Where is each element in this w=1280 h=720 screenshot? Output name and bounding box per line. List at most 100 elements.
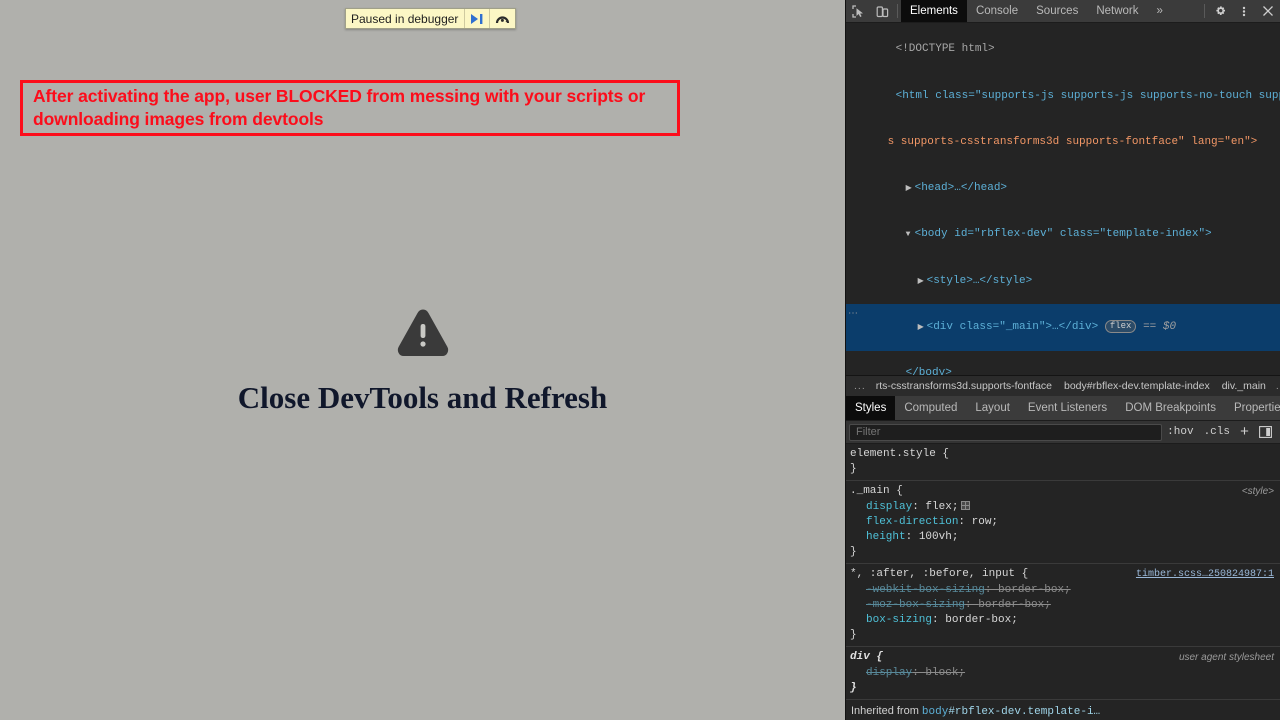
rule-main-origin[interactable]: <style> xyxy=(1242,484,1274,499)
sep7: : xyxy=(912,666,926,679)
tab-elements[interactable]: Elements xyxy=(901,0,967,22)
cls-button[interactable]: .cls xyxy=(1199,426,1235,438)
rule-box-sizing-origin-link[interactable]: timber.scss…250824987:1 xyxy=(1136,567,1274,582)
doctype-text: <!DOCTYPE html> xyxy=(895,43,995,56)
tab-styles[interactable]: Styles xyxy=(846,396,896,420)
declaration-div-display-value[interactable]: block; xyxy=(925,667,965,679)
dom-node-style[interactable]: ▶ <style>…</style> xyxy=(846,258,1280,304)
rule-div-ua[interactable]: user agent stylesheet div { display: blo… xyxy=(846,647,1280,701)
rule-element-style[interactable]: element.style { } xyxy=(846,444,1280,482)
breadcrumb[interactable]: ... rts-csstransforms3d.supports-fontfac… xyxy=(846,375,1280,396)
dom-node-doctype[interactable]: <!DOCTYPE html> xyxy=(846,27,1280,73)
gear-icon[interactable] xyxy=(1208,0,1232,22)
declaration-box-sizing-prop[interactable]: box-sizing xyxy=(850,613,932,628)
inherited-id-class[interactable]: #rbflex-dev.template-i… xyxy=(948,706,1100,718)
declaration-webkit-box-sizing-value[interactable]: border-box; xyxy=(998,584,1071,596)
html-open-text: <html class="supports-js supports-js sup… xyxy=(895,89,1280,102)
declaration-box-sizing-value[interactable]: border-box; xyxy=(945,614,1018,626)
declaration-flex-direction-prop[interactable]: flex-direction xyxy=(850,515,958,530)
toggle-sidebar-icon[interactable] xyxy=(1254,426,1277,438)
annotation-text: After activating the app, user BLOCKED f… xyxy=(33,85,646,129)
rule-main-selector[interactable]: ._main { xyxy=(850,484,1280,499)
head-text: <head>…</head> xyxy=(914,182,1008,195)
warning-triangle-icon xyxy=(397,309,448,356)
close-icon[interactable] xyxy=(1256,0,1280,22)
tab-sources[interactable]: Sources xyxy=(1027,0,1087,22)
styles-filter-row: :hov .cls + xyxy=(846,421,1280,444)
tab-event-listeners[interactable]: Event Listeners xyxy=(1019,396,1116,420)
tab-overflow-chevron-icon[interactable]: » xyxy=(1148,0,1172,22)
collapse-arrow-icon[interactable]: ▼ xyxy=(906,227,915,242)
toolbar-divider-right xyxy=(1204,4,1205,18)
breadcrumb-trailing[interactable]: .. xyxy=(1272,380,1280,392)
dom-node-body-close[interactable]: </body> xyxy=(846,351,1280,375)
declaration-moz-box-sizing-value[interactable]: border-box; xyxy=(978,599,1051,611)
declaration-flex-direction-value[interactable]: row; xyxy=(972,516,998,528)
declaration-div-display-prop[interactable]: display xyxy=(850,666,912,681)
devtools-panel: Elements Console Sources Network » <!DOC… xyxy=(845,0,1280,720)
devtools-blocked-message: Close DevTools and Refresh xyxy=(0,308,845,416)
rule-main[interactable]: <style> ._main { display: flex; flex-dir… xyxy=(846,481,1280,565)
dom-tree[interactable]: <!DOCTYPE html> <html class="supports-js… xyxy=(846,23,1280,375)
declaration-webkit-box-sizing-prop[interactable]: -webkit-box-sizing xyxy=(850,583,985,598)
rule-box-sizing[interactable]: timber.scss…250824987:1 *, :after, :befo… xyxy=(846,564,1280,648)
breadcrumb-overflow[interactable]: ... xyxy=(850,380,870,392)
sep6: : xyxy=(932,614,946,627)
rule-div-origin: user agent stylesheet xyxy=(1178,652,1274,664)
declaration-webkit-box-sizing[interactable]: -webkit-box-sizing: border-box; xyxy=(850,583,1280,598)
inherited-prefix: Inherited from xyxy=(851,705,922,718)
element-style-selector: element.style { xyxy=(850,448,950,460)
declaration-height-prop[interactable]: height xyxy=(850,530,906,545)
hov-button[interactable]: :hov xyxy=(1162,426,1198,438)
hidden-siblings-ellipsis[interactable]: ⋯ xyxy=(848,307,859,322)
step-over-icon[interactable] xyxy=(489,9,514,28)
annotation-callout: After activating the app, user BLOCKED f… xyxy=(20,80,680,136)
declaration-box-sizing[interactable]: box-sizing: border-box; xyxy=(850,613,1280,628)
web-page-viewport: Paused in debugger After activating the … xyxy=(0,0,845,720)
breadcrumb-item-html[interactable]: rts-csstransforms3d.supports-fontface xyxy=(870,380,1058,392)
resume-script-icon[interactable] xyxy=(464,9,489,28)
breadcrumb-item-div-main[interactable]: div._main xyxy=(1216,380,1272,392)
flex-badge[interactable]: flex xyxy=(1104,319,1137,333)
inherited-from-row: Inherited from body#rbflex-dev.template-… xyxy=(846,700,1280,720)
expand-arrow-icon-style[interactable]: ▶ xyxy=(918,274,927,289)
paused-in-debugger-bar: Paused in debugger xyxy=(345,8,517,29)
html-open-wrap-text: s supports-csstransforms3d supports-font… xyxy=(887,135,1258,148)
dom-node-head[interactable]: ▶ <head>…</head> xyxy=(846,166,1280,212)
styles-rules-list[interactable]: element.style { } <style> ._main { displ… xyxy=(846,444,1280,720)
blocked-title: Close DevTools and Refresh xyxy=(237,380,608,415)
declaration-display[interactable]: display: flex; xyxy=(850,500,1280,515)
flex-grid-badge-icon[interactable] xyxy=(961,500,971,510)
tab-properties[interactable]: Properties xyxy=(1225,396,1280,420)
declaration-moz-box-sizing[interactable]: -moz-box-sizing: border-box; xyxy=(850,598,1280,613)
declaration-flex-direction[interactable]: flex-direction: row; xyxy=(850,515,1280,530)
rule-main-close: } xyxy=(850,546,857,559)
dom-node-html-open[interactable]: <html class="supports-js supports-js sup… xyxy=(846,73,1280,119)
sep4: : xyxy=(984,583,999,596)
body-close-text: </body> xyxy=(905,366,952,375)
declaration-display-value[interactable]: flex; xyxy=(925,501,958,513)
declaration-div-display[interactable]: display: block; xyxy=(850,666,1280,681)
filter-input[interactable] xyxy=(849,423,1163,441)
dom-node-html-open-wrap[interactable]: s supports-csstransforms3d supports-font… xyxy=(846,119,1280,165)
kebab-menu-icon[interactable] xyxy=(1232,0,1256,22)
declaration-height[interactable]: height: 100vh; xyxy=(850,530,1280,545)
dom-node-body[interactable]: ▼ <body id="rbflex-dev" class="template-i… xyxy=(846,212,1280,258)
inspect-element-icon[interactable] xyxy=(846,0,870,22)
device-toolbar-icon[interactable] xyxy=(870,0,894,22)
expand-arrow-icon[interactable]: ▶ xyxy=(906,181,915,196)
tab-console[interactable]: Console xyxy=(967,0,1027,22)
expand-arrow-icon-div[interactable]: ▶ xyxy=(918,320,927,335)
tab-dom-breakpoints[interactable]: DOM Breakpoints xyxy=(1116,396,1225,420)
breadcrumb-item-body[interactable]: body#rbflex-dev.template-index xyxy=(1058,380,1216,392)
inherited-element[interactable]: body xyxy=(922,706,948,718)
declaration-display-prop[interactable]: display xyxy=(850,500,912,515)
dom-node-div-main-selected[interactable]: ⋯ ▶ <div class="_main">…</div> flex == $0 xyxy=(846,304,1280,351)
tab-computed[interactable]: Computed xyxy=(895,396,966,420)
declaration-moz-box-sizing-prop[interactable]: -moz-box-sizing xyxy=(850,598,965,613)
declaration-height-value[interactable]: 100vh; xyxy=(919,531,959,543)
new-style-rule-button[interactable]: + xyxy=(1235,424,1254,441)
tab-network[interactable]: Network xyxy=(1087,0,1147,22)
tab-layout[interactable]: Layout xyxy=(966,396,1019,420)
